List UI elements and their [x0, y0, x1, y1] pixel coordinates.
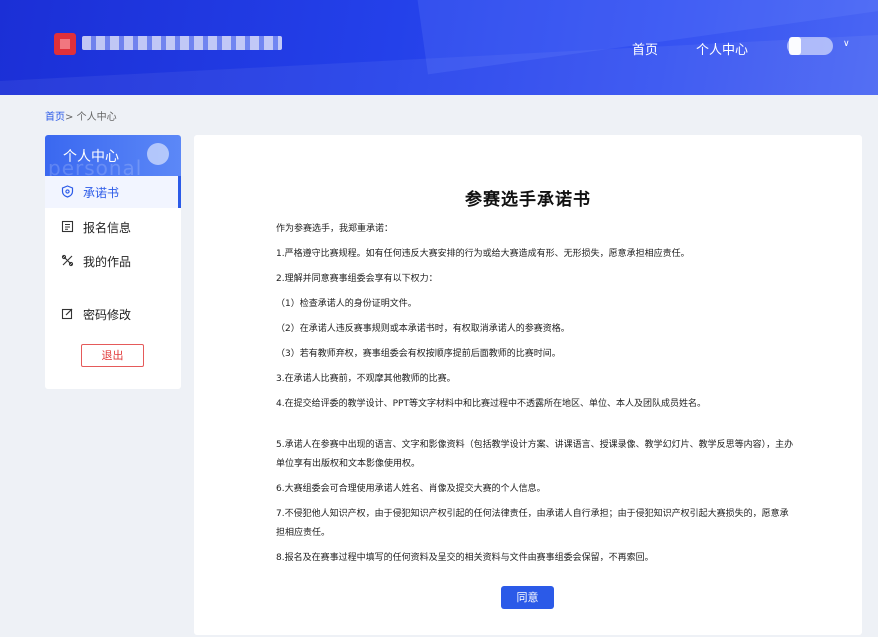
- pledge-paragraph: 8.报名及在赛事过程中填写的任何资料及呈交的相关资料与文件由赛事组委会保留，不再…: [276, 553, 654, 563]
- works-icon: [61, 254, 74, 267]
- pledge-paragraph: 1.严格遵守比赛规程。如有任何违反大赛安排的行为或给大赛造成有形、无形损失，愿意…: [276, 249, 690, 259]
- sidebar-item-label: 密码修改: [83, 308, 132, 322]
- sidebar-item-password[interactable]: 密码修改: [45, 298, 181, 330]
- nav-home-link[interactable]: 首页: [632, 39, 658, 58]
- decorative-circle: [147, 143, 169, 165]
- pledge-paragraph: （1）检查承诺人的身份证明文件。: [276, 299, 417, 309]
- breadcrumb: 首页> 个人中心: [45, 108, 117, 123]
- user-avatar-blurred[interactable]: [787, 37, 833, 55]
- sidebar-item-label: 报名信息: [83, 221, 132, 235]
- page-title: 参赛选手承诺书: [465, 190, 591, 210]
- sidebar-item-label: 我的作品: [83, 255, 132, 269]
- edit-icon: [61, 307, 74, 320]
- sidebar-item-pledge[interactable]: 承诺书: [45, 176, 181, 208]
- form-icon: [61, 220, 74, 233]
- pledge-paragraph: 7.不侵犯他人知识产权，由于侵犯知识产权引起的任何法律责任，由承诺人自行承担；由…: [276, 509, 789, 538]
- pledge-panel: 参赛选手承诺书 作为参赛选手，我郑重承诺： 1.严格遵守比赛规程。如有任何违反大…: [194, 135, 862, 635]
- site-logo[interactable]: [54, 33, 76, 55]
- shield-icon: [61, 185, 74, 198]
- sidebar-title: 个人中心: [63, 149, 119, 165]
- breadcrumb-separator: >: [65, 112, 74, 123]
- pledge-paragraph: 2.理解并同意赛事组委会享有以下权力：: [276, 274, 438, 284]
- nav-personal-center-link[interactable]: 个人中心: [696, 39, 748, 58]
- sidebar-item-my-works[interactable]: 我的作品: [45, 245, 181, 277]
- pledge-paragraph: 6.大赛组委会可合理使用承诺人姓名、肖像及提交大赛的个人信息。: [276, 484, 546, 494]
- pledge-paragraph: 4.在提交给评委的教学设计、PPT等文字材料中和比赛过程中不透露所在地区、单位、…: [276, 399, 706, 409]
- sidebar-item-registration[interactable]: 报名信息: [45, 211, 181, 243]
- breadcrumb-current: 个人中心: [76, 112, 117, 123]
- pledge-paragraph: 3.在承诺人比赛前，不观摩其他教师的比赛。: [276, 374, 456, 384]
- pledge-paragraph: 5.承诺人在参赛中出现的语言、文字和影像资料（包括教学设计方案、讲课语言、授课录…: [276, 440, 794, 469]
- site-title-blurred: [82, 36, 282, 50]
- top-header: 首页 个人中心 ∨: [0, 0, 878, 95]
- sidebar-header: personal 个人中心: [45, 135, 181, 180]
- pledge-paragraph: （2）在承诺人违反赛事规则或本承诺书时，有权取消承诺人的参赛资格。: [276, 324, 570, 334]
- sidebar-item-label: 承诺书: [83, 186, 120, 200]
- pledge-paragraph: （3）若有教师弃权，赛事组委会有权按顺序提前后面教师的比赛时间。: [276, 349, 561, 359]
- breadcrumb-home-link[interactable]: 首页: [45, 112, 65, 123]
- pledge-paragraph: 作为参赛选手，我郑重承诺：: [276, 224, 394, 234]
- sidebar: personal 个人中心 承诺书 报名信息 我的作品 密码修改 退出: [45, 135, 181, 389]
- chevron-down-icon[interactable]: ∨: [843, 39, 850, 49]
- agree-button[interactable]: 同意: [501, 586, 554, 609]
- logout-button[interactable]: 退出: [81, 344, 144, 367]
